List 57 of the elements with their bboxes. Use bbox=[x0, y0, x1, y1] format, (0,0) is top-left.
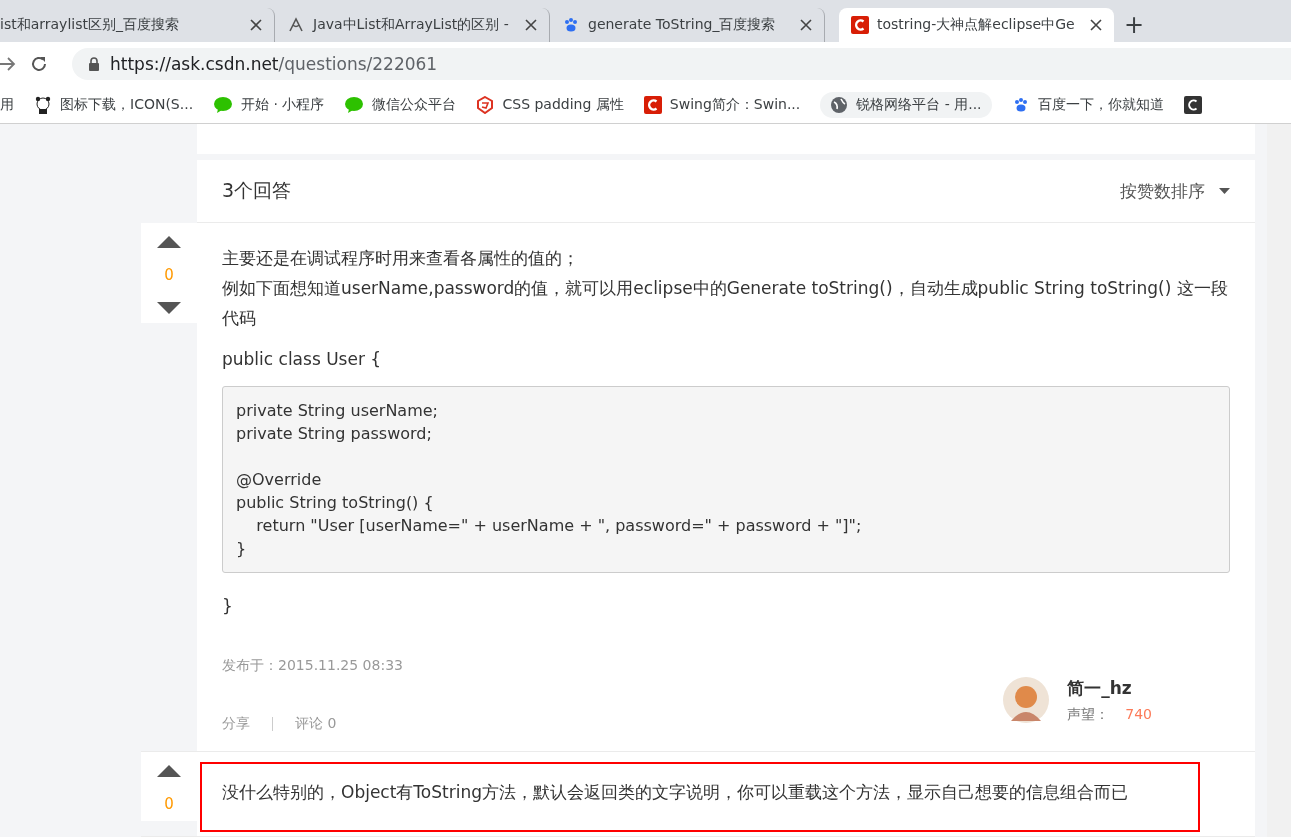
browser-tab[interactable]: tostring-大神点解eclipse中Ge bbox=[839, 8, 1114, 42]
answers-title: 3个回答 bbox=[222, 178, 292, 204]
downvote-icon bbox=[157, 302, 181, 315]
address-bar[interactable]: https://ask.csdn.net/questions/222061 bbox=[72, 48, 1291, 80]
upvote-button[interactable] bbox=[157, 764, 181, 777]
bookmark[interactable]: 锐格网络平台 - 用... bbox=[820, 91, 992, 118]
answer-text: public class User { bbox=[222, 348, 383, 371]
author-name[interactable]: 简一_hz bbox=[1067, 676, 1152, 700]
lock-icon bbox=[88, 57, 100, 71]
answer-text: 没什么特别的，Object有ToString方法，默认会返回类的文字说明，你可以重载这个方法，显示自己想要的信息组合而已 bbox=[222, 781, 1129, 804]
close-icon[interactable] bbox=[800, 19, 812, 31]
answer-text: } bbox=[222, 595, 234, 618]
shield-icon bbox=[476, 95, 495, 114]
post-date: 发布于：2015.11.25 08:33 bbox=[222, 657, 403, 675]
url-text: https://ask.csdn.net/questions/222061 bbox=[110, 54, 438, 74]
avatar-icon bbox=[1003, 677, 1050, 723]
bookmark[interactable]: CSS padding 属性 bbox=[476, 95, 624, 114]
c-logo-icon bbox=[851, 16, 869, 34]
c-logo-icon bbox=[1183, 95, 1202, 114]
panda-icon bbox=[34, 95, 52, 114]
reputation-label: 声望： bbox=[1067, 705, 1110, 724]
bookmark[interactable]: 图标下载，ICON(S... bbox=[34, 95, 194, 114]
bookmark[interactable]: 百度一下，你就知道 bbox=[1011, 95, 1164, 114]
close-icon[interactable] bbox=[1090, 19, 1102, 31]
chat-icon bbox=[344, 95, 365, 114]
reload-icon[interactable] bbox=[30, 55, 48, 73]
code-line: @Override bbox=[236, 469, 323, 491]
paw-icon bbox=[562, 16, 580, 34]
upvote-icon bbox=[157, 235, 181, 248]
code-line: return "User [userName=" + userName + ", password=" + password + "]"; bbox=[255, 515, 863, 537]
vote-count: 0 bbox=[164, 795, 174, 813]
chat-icon bbox=[213, 95, 234, 114]
caret-icon bbox=[1219, 188, 1230, 195]
answer-text: 主要还是在调试程序时用来查看各属性的值的； bbox=[222, 247, 580, 270]
c-logo-icon bbox=[643, 95, 662, 114]
bookmark[interactable]: 微信公众平台 bbox=[344, 95, 457, 114]
bookmark[interactable]: 开始 · 小程序 bbox=[213, 95, 325, 114]
scrollbar[interactable] bbox=[1267, 124, 1291, 837]
bookmark[interactable] bbox=[1183, 95, 1202, 114]
code-line: private String password; bbox=[236, 423, 433, 445]
upvote-icon bbox=[157, 764, 181, 777]
close-icon[interactable] bbox=[250, 19, 262, 31]
forward-icon[interactable] bbox=[0, 56, 16, 72]
downvote-button[interactable] bbox=[157, 302, 181, 315]
answer-text: 例如下面想知道userName,password的值，就可以用eclipse中的Generate toString()，自动生成public String toString() 这一段代码 bbox=[222, 277, 1229, 330]
bookmark[interactable]: 用 bbox=[0, 95, 14, 114]
code-line: public String toString() { bbox=[236, 492, 435, 514]
bookmark[interactable]: Swing简介：Swin... bbox=[643, 95, 801, 114]
sort-dropdown[interactable]: 按赞数排序 bbox=[1120, 179, 1230, 203]
new-tab-button[interactable]: + bbox=[1114, 8, 1154, 42]
reputation-value: 740 bbox=[1125, 705, 1152, 724]
upvote-button[interactable] bbox=[157, 235, 181, 248]
close-icon[interactable] bbox=[525, 19, 537, 31]
globe-icon bbox=[830, 95, 849, 114]
code-line: private String userName; bbox=[236, 400, 439, 422]
code-line: } bbox=[236, 538, 248, 560]
vote-count: 0 bbox=[164, 266, 174, 284]
